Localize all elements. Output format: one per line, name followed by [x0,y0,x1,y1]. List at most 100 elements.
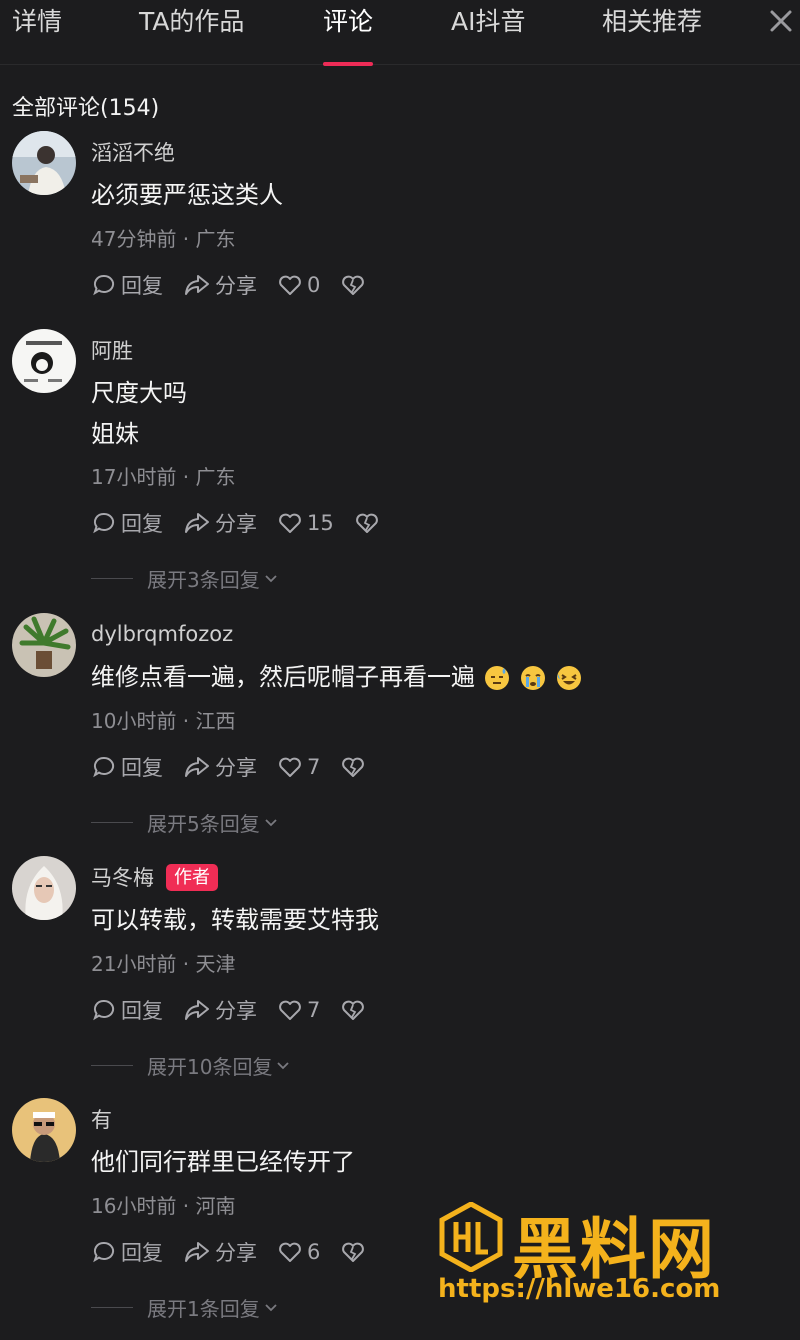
tab-comments[interactable]: 评论 [323,4,373,40]
watermark-url: https://hlwe16.com [438,1274,721,1304]
chevron-down-icon [277,1062,290,1070]
like-count: 6 [307,1240,321,1264]
heart-icon [279,513,301,533]
watermark: 黑料网 https://hlwe16.com [438,1196,768,1314]
divider [91,1306,133,1308]
share-label: 分享 [215,756,257,780]
comment-text: 尺度大吗 [91,379,187,407]
comment-text: 他们同行群里已经传开了 [91,1148,355,1176]
avatar[interactable] [12,1098,76,1162]
comment-actions: 回复 分享 6 [91,1236,390,1268]
avatar[interactable] [12,131,76,195]
reply-icon [93,274,115,296]
share-icon [185,757,209,777]
expand-replies-button[interactable]: 展开1条回复 [91,1292,280,1322]
chevron-down-icon [265,1304,277,1312]
author-name[interactable]: 马冬梅 [91,862,154,892]
comment-text: 可以转载，转载需要艾特我 [91,906,379,934]
crying-emoji-icon [521,665,545,690]
like-count: 15 [307,511,334,535]
broken-heart-icon [342,757,365,777]
share-button[interactable]: 分享 [183,1237,257,1267]
reply-label: 回复 [121,512,163,536]
like-button[interactable]: 7 [277,997,320,1023]
share-icon [185,275,209,295]
chevron-down-icon [265,575,277,583]
divider [91,1064,133,1066]
tab-ai-douyin[interactable]: AI抖音 [451,4,525,40]
tab-details[interactable]: 详情 [12,4,62,40]
like-count: 7 [307,755,321,779]
broken-heart-icon [342,1000,365,1020]
heart-icon [279,1242,301,1262]
author-name[interactable]: 有 [91,1104,112,1134]
dislike-button[interactable] [340,1239,370,1265]
expand-replies-label: 展开3条回复 [147,567,260,592]
share-label: 分享 [215,512,257,536]
heart-icon [279,757,301,777]
broken-heart-icon [355,513,378,533]
share-button[interactable]: 分享 [183,508,257,538]
chevron-down-icon [265,819,277,827]
share-label: 分享 [215,1241,257,1265]
comment-text: 姐妹 [91,420,139,448]
expand-replies-button[interactable]: 展开5条回复 [91,807,280,837]
like-button[interactable]: 15 [277,510,334,536]
comment-meta: 21小时前 · 天津 [91,952,236,976]
reply-button[interactable]: 回复 [91,752,163,782]
reply-label: 回复 [121,999,163,1023]
divider [91,821,133,823]
broken-heart-icon [342,275,365,295]
avatar[interactable] [12,856,76,920]
author-badge: 作者 [166,863,218,891]
avatar[interactable] [12,613,76,677]
active-tab-indicator [323,62,373,66]
author-name[interactable]: 阿胜 [91,335,133,365]
avatar[interactable] [12,329,76,393]
broken-heart-icon [342,1242,365,1262]
heart-icon [279,275,301,295]
reply-button[interactable]: 回复 [91,995,163,1025]
tab-related[interactable]: 相关推荐 [602,4,702,40]
comment-actions: 回复 分享 7 [91,994,390,1026]
reply-label: 回复 [121,756,163,780]
dislike-button[interactable] [340,997,370,1023]
like-button[interactable]: 6 [277,1239,320,1265]
divider [91,577,133,579]
reply-label: 回复 [121,274,163,298]
reply-button[interactable]: 回复 [91,1237,163,1267]
dislike-button[interactable] [340,754,370,780]
comment-meta: 10小时前 · 江西 [91,709,236,733]
expand-replies-label: 展开10条回复 [147,1054,273,1079]
like-button[interactable]: 7 [277,754,320,780]
like-count: 0 [307,273,321,297]
reply-button[interactable]: 回复 [91,270,163,300]
share-icon [185,513,209,533]
reply-label: 回复 [121,1241,163,1265]
heart-icon [279,1000,301,1020]
like-button[interactable]: 0 [277,272,320,298]
tab-works[interactable]: TA的作品 [139,4,244,40]
dislike-button[interactable] [354,510,384,536]
hl-logo-icon [439,1202,503,1272]
author-name[interactable]: 滔滔不绝 [91,137,175,167]
share-button[interactable]: 分享 [183,752,257,782]
tab-bar: 详情 TA的作品 评论 AI抖音 相关推荐 [0,0,800,66]
reply-icon [93,999,115,1021]
close-icon[interactable] [764,4,798,38]
author-name[interactable]: dylbrqmfozoz [91,622,233,646]
comments-count-header: 全部评论(154) [12,96,160,121]
laughing-tears-emoji-icon [557,665,581,690]
dislike-button[interactable] [340,272,370,298]
expand-replies-button[interactable]: 展开3条回复 [91,563,280,593]
comment-text: 维修点看一遍，然后呢帽子再看一遍 [91,657,583,698]
expand-replies-label: 展开1条回复 [147,1296,260,1321]
share-icon [185,1000,209,1020]
reply-button[interactable]: 回复 [91,508,163,538]
expand-replies-button[interactable]: 展开10条回复 [91,1050,292,1080]
expand-replies-label: 展开5条回复 [147,811,260,836]
comment-meta: 16小时前 · 河南 [91,1194,236,1218]
comment-actions: 回复 分享 15 [91,507,404,539]
share-button[interactable]: 分享 [183,995,257,1025]
share-button[interactable]: 分享 [183,270,257,300]
